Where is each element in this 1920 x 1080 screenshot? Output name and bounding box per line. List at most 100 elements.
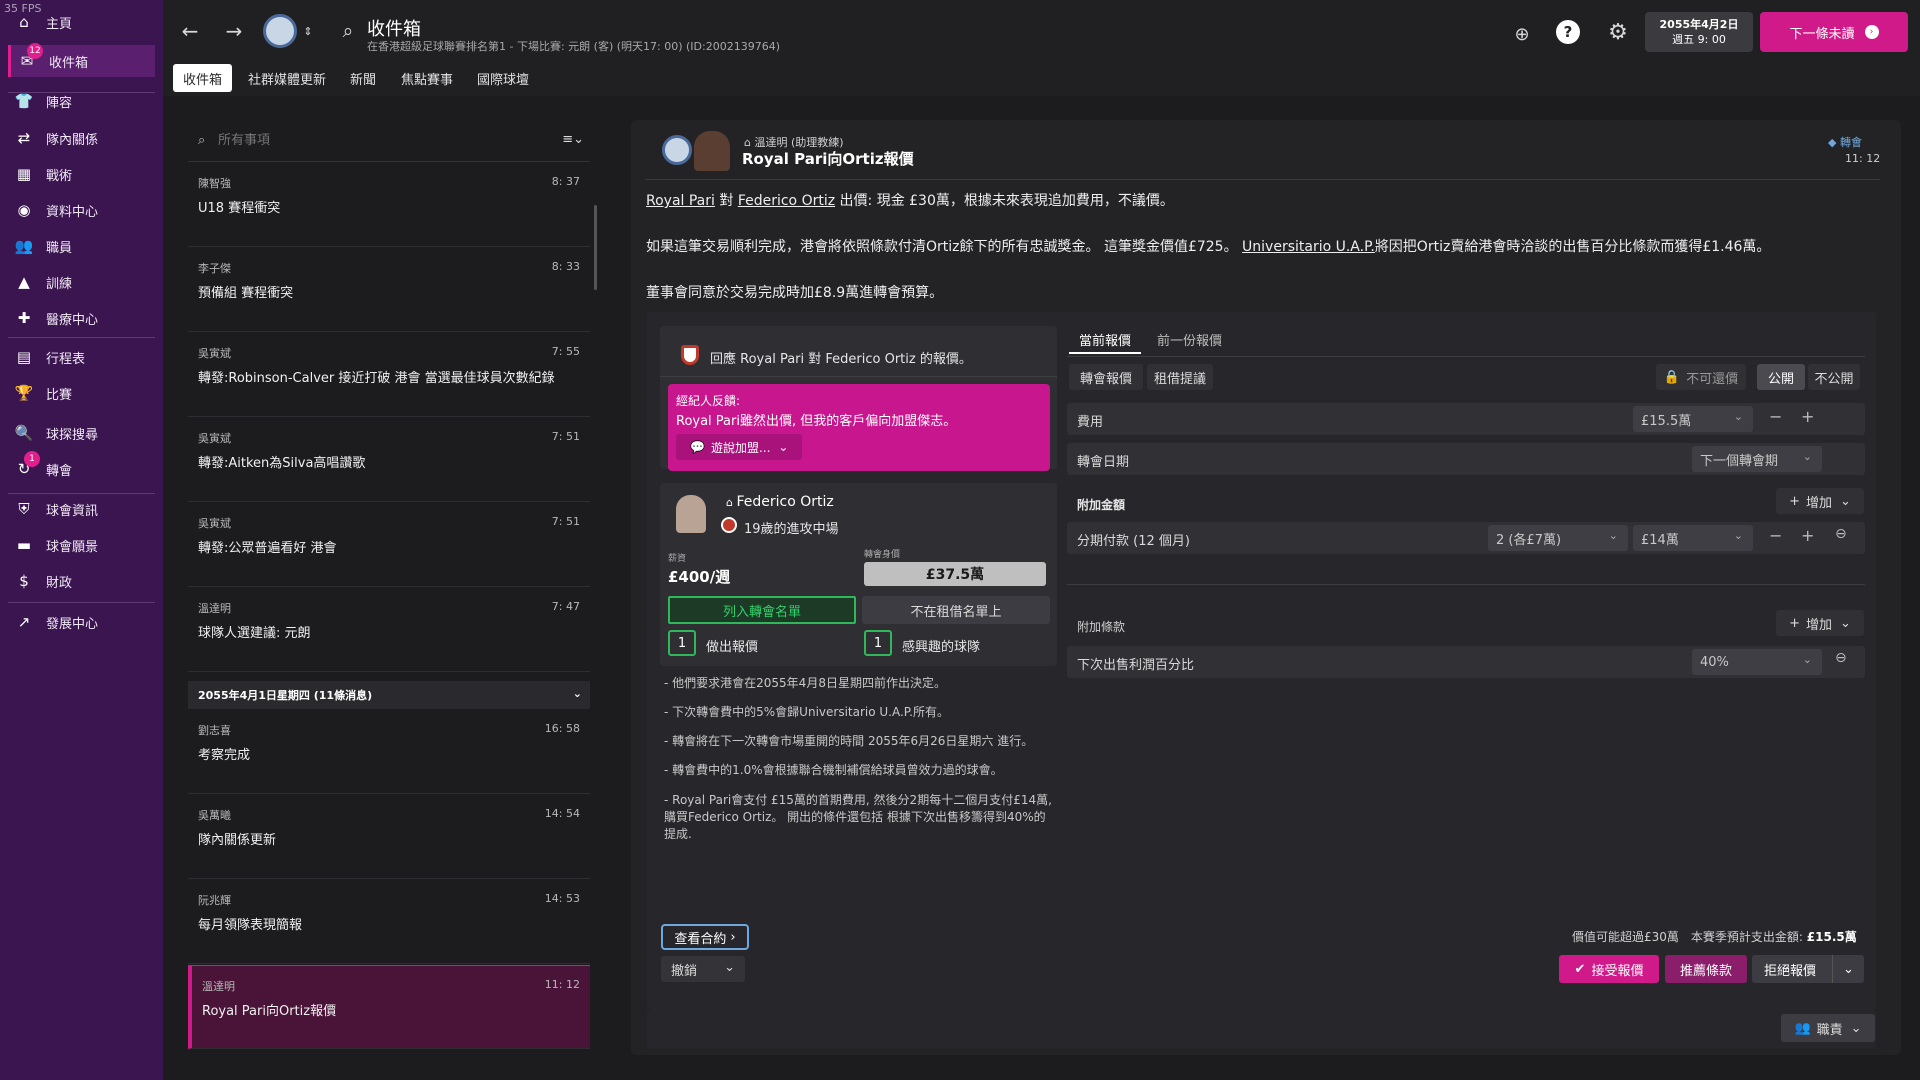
forward-arrow-icon[interactable]: → <box>221 18 247 44</box>
inbox-message[interactable]: 溫達明 11: 12 Royal Pari向Ortiz報價 <box>188 965 590 1049</box>
transfer-tag[interactable]: ◆ 轉會 <box>1828 134 1862 150</box>
transfer-date-row: 轉會日期 下一個轉會期 ⌄ <box>1067 443 1865 475</box>
sidebar-item-finances[interactable]: $ 財政 <box>8 565 155 597</box>
training-icon: ▲ <box>18 273 30 291</box>
day-header[interactable]: 2055年4月1日星期四 (11條消息) ⌄ <box>188 681 590 709</box>
reject-offer-button[interactable]: 拒絕報價 ⌄ <box>1752 955 1864 983</box>
inbox-message[interactable]: 吳寅斌 7: 51 轉發:公眾普遍看好 港會 <box>188 503 590 587</box>
transfer-listed-button[interactable]: 列入轉會名單 <box>668 596 856 624</box>
tab-4[interactable]: 國際球壇 <box>467 64 539 92</box>
sidebar-item-transfers[interactable]: ↻ 轉會 1 <box>8 451 155 485</box>
tab-2[interactable]: 新聞 <box>340 64 386 92</box>
tab-previous-offer[interactable]: 前一份報價 <box>1157 330 1222 354</box>
club-switch-icon[interactable]: ⇕ <box>301 18 315 44</box>
tab-0[interactable]: 收件箱 <box>173 64 233 92</box>
installments-count-dropdown[interactable]: 2 (各£7萬) ⌄ <box>1488 525 1628 551</box>
help-icon[interactable]: ? <box>1556 20 1580 44</box>
agent-text: Royal Pari雖然出價, 但我的客戶偏向加盟傑志。 <box>676 414 957 429</box>
sidebar-item-training[interactable]: ▲ 訓練 <box>8 266 155 298</box>
remove-icon[interactable]: ⊖ <box>1835 526 1847 542</box>
sidebar-item-development[interactable]: ↗ 發展中心 <box>8 606 155 638</box>
inbox-search-input[interactable] <box>218 133 518 148</box>
message-subject: Royal Pari向Ortiz報價 <box>202 1004 337 1019</box>
accept-offer-button[interactable]: ✔ 接受報價 <box>1559 955 1659 983</box>
subtab-transfer[interactable]: 轉會報價 <box>1069 364 1143 390</box>
inbox-scrollbar[interactable] <box>594 205 597 290</box>
sender-avatar <box>694 131 730 171</box>
non-negotiable-toggle[interactable]: 🔒 不可還價 <box>1656 364 1746 390</box>
sidebar-item-inbox[interactable]: ✉ 收件箱 12 <box>8 43 155 77</box>
date-value: 下一個轉會期 <box>1700 453 1779 469</box>
remove-icon[interactable]: ⊖ <box>1835 650 1847 666</box>
respond-title: 回應 Royal Pari 對 Federico Ortiz 的報價。 <box>710 352 972 367</box>
sidebar-item-shirt[interactable]: 👕 陣容 <box>8 85 155 117</box>
player-name[interactable]: ⌂ Federico Ortiz <box>726 494 834 510</box>
player-link[interactable]: Federico Ortiz <box>738 193 835 209</box>
tab-3[interactable]: 焦點賽事 <box>391 64 463 92</box>
globe-icon[interactable]: ⊕ <box>1508 20 1536 48</box>
add-amount-button[interactable]: + 增加 ⌄ <box>1776 488 1864 514</box>
club-link[interactable]: Universitario U.A.P. <box>1242 239 1375 255</box>
sidebar-item-club-info[interactable]: ⛨ 球會資訊 <box>8 493 155 525</box>
view-contract-button[interactable]: 查看合約 › <box>661 924 749 950</box>
next-unread-button[interactable]: 下一條未讀 › <box>1760 12 1908 52</box>
minus-icon[interactable]: − <box>1769 526 1782 545</box>
transfer-date-dropdown[interactable]: 下一個轉會期 ⌄ <box>1692 446 1822 472</box>
search-icon[interactable]: ⌕ <box>335 18 361 44</box>
undo-button[interactable]: 撤銷 ⌄ <box>661 956 745 982</box>
sidebar-item-trophy[interactable]: 🏆 比賽 <box>8 377 155 409</box>
sidebar-item-data-hub[interactable]: ◉ 資料中心 <box>8 194 155 226</box>
sidebar-item-tactics[interactable]: ▦ 戰術 <box>8 158 155 190</box>
inbox-message[interactable]: 吳寅斌 7: 55 轉發:Robinson-Calver 接近打破 港會 當選最佳球… <box>188 333 590 417</box>
sidebar-item-schedule[interactable]: ▤ 行程表 <box>8 341 155 373</box>
private-toggle[interactable]: 不公開 <box>1808 364 1860 390</box>
add-clause-button[interactable]: + 增加 ⌄ <box>1776 610 1864 636</box>
sidebar-item-home[interactable]: ⌂ 主頁 <box>8 6 155 38</box>
staff-responsibilities-button[interactable]: 👥 職責 ⌄ <box>1781 1014 1875 1042</box>
sidebar-item-relations[interactable]: ⇄ 隊內關係 <box>8 122 155 154</box>
tab-1[interactable]: 社群媒體更新 <box>238 64 336 92</box>
text: 對 <box>714 193 738 209</box>
message-sender: 劉志喜 <box>198 724 231 737</box>
date-label: 轉會日期 <box>1077 455 1130 470</box>
inbox-message[interactable]: 吳寅斌 7: 51 轉發:Aitken為Silva高唱讚歌 <box>188 418 590 502</box>
plus-icon[interactable]: + <box>1801 526 1814 545</box>
sidebar-item-staff[interactable]: 👥 職員 <box>8 230 155 262</box>
sidebar-item-label: 戰術 <box>46 168 73 184</box>
settings-gear-icon[interactable]: ⚙ <box>1604 18 1632 46</box>
minus-icon[interactable]: − <box>1769 407 1782 426</box>
club-crest-icon[interactable] <box>263 14 297 48</box>
message-sender: 吳寅斌 <box>198 517 231 530</box>
fee-dropdown[interactable]: £15.5萬 ⌄ <box>1633 406 1753 432</box>
sidebar-item-medical[interactable]: ✚ 醫療中心 <box>8 302 155 334</box>
subtab-loan[interactable]: 租借提議 <box>1147 364 1213 390</box>
installments-value-dropdown[interactable]: £14萬 ⌄ <box>1633 525 1753 551</box>
tab-current-offer[interactable]: 當前報價 <box>1069 330 1142 354</box>
public-toggle[interactable]: 公開 <box>1757 364 1805 390</box>
sell-on-dropdown[interactable]: 40% ⌄ <box>1692 649 1822 675</box>
persuade-button[interactable]: 💬 遊說加盟... ⌄ <box>676 434 802 460</box>
inbox-message[interactable]: 李子傑 8: 33 預備組 賽程衝突 <box>188 248 590 332</box>
back-arrow-icon[interactable]: ← <box>177 18 203 44</box>
inbox-message[interactable]: 阮兆輝 14: 53 每月領隊表現簡報 <box>188 880 590 964</box>
reject-label: 拒絕報價 <box>1764 963 1817 979</box>
inbox-message[interactable]: 溫達明 7: 47 球隊人選建議: 元朗 <box>188 588 590 672</box>
message-time: 16: 58 <box>544 722 580 735</box>
chevron-down-icon[interactable]: ⌄ <box>1832 955 1864 983</box>
chevron-down-icon: ⌄ <box>1850 1020 1862 1036</box>
message-time: 8: 37 <box>551 175 580 188</box>
game-date[interactable]: 2055年4月2日 週五 9: 00 <box>1645 12 1753 52</box>
sidebar-item-club-vision[interactable]: ▬ 球會願景 <box>8 529 155 561</box>
filter-menu-icon[interactable]: ≡⌄ <box>562 132 584 147</box>
club-link[interactable]: Royal Pari <box>646 193 715 209</box>
inbox-message[interactable]: 劉志喜 16: 58 考察完成 <box>188 710 590 794</box>
sidebar-item-label: 陣容 <box>46 95 73 111</box>
club-vision-icon: ▬ <box>16 536 32 554</box>
plus-icon[interactable]: + <box>1801 407 1814 426</box>
suggest-terms-button[interactable]: 推薦條款 <box>1665 955 1747 983</box>
inbox-message[interactable]: 陳智強 8: 37 U18 賽程衝突 <box>188 163 590 247</box>
message-time: 7: 51 <box>551 515 580 528</box>
sidebar-item-scouting[interactable]: 🔍 球探搜尋 <box>8 417 155 449</box>
loan-list-button[interactable]: 不在租借名單上 <box>862 596 1050 624</box>
inbox-message[interactable]: 吳萬曦 14: 54 隊內關係更新 <box>188 795 590 879</box>
